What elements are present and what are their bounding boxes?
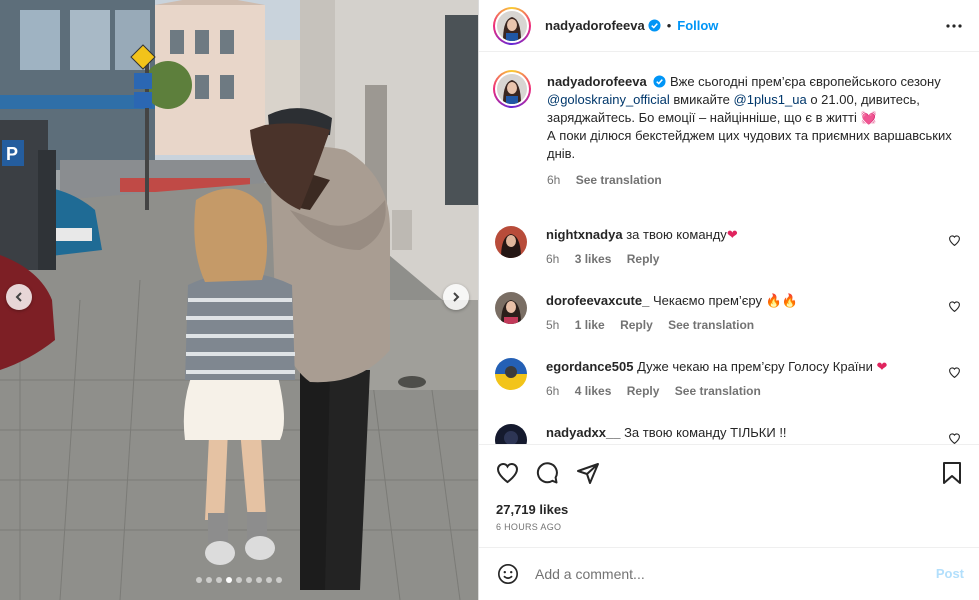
caption-time: 6h xyxy=(547,173,561,187)
comment-likes[interactable]: 3 likes xyxy=(575,252,612,266)
comment-time: 6h xyxy=(546,384,560,398)
comment-text: за твою команду xyxy=(626,227,727,242)
caption-see-translation[interactable]: See translation xyxy=(576,173,662,187)
comment-text: За твою команду ТІЛЬКИ !! xyxy=(624,425,787,440)
comment-like-heart-icon[interactable] xyxy=(948,300,961,313)
post-panel: nadyadorofeeva • Follow nadyadorofeeva В… xyxy=(478,0,979,600)
caption-username[interactable]: nadyadorofeeva xyxy=(547,74,647,89)
caption-mention-goloskrainy[interactable]: @goloskrainy_official xyxy=(547,92,670,107)
svg-text:P: P xyxy=(6,144,18,164)
comment-like-heart-icon[interactable] xyxy=(948,234,961,247)
comments-scroll-area[interactable]: nadyadorofeeva Вже сьогодні прем’єра євр… xyxy=(479,53,979,445)
street-scene-image: P xyxy=(0,0,478,600)
comment-emoji: ❤ xyxy=(876,359,888,374)
comment-item: nightxnadya за твою команду❤ 6h 3 likes … xyxy=(493,226,963,276)
comment-reply[interactable]: Reply xyxy=(620,318,653,332)
caption-mention-1plus1[interactable]: @1plus1_ua xyxy=(734,92,807,107)
comment-bubble-icon[interactable] xyxy=(535,461,559,485)
carousel-prev-button[interactable] xyxy=(6,284,32,310)
comment-reply[interactable]: Reply xyxy=(627,252,660,266)
comment-username[interactable]: nightxnadya xyxy=(546,227,623,242)
comment-likes[interactable]: 1 like xyxy=(575,318,605,332)
comment-item: egordance505 Дуже чекаю на прем’єру Голо… xyxy=(493,358,963,408)
carousel-dot xyxy=(206,577,212,583)
comment-like-heart-icon[interactable] xyxy=(948,432,961,445)
carousel-dot xyxy=(226,577,232,583)
post-timestamp: 6 HOURS AGO xyxy=(496,522,562,532)
comment-username[interactable]: dorofeevaxcute_ xyxy=(546,293,649,308)
likes-count[interactable]: 27,719 likes xyxy=(496,502,568,517)
more-options-icon[interactable] xyxy=(946,18,962,34)
post-header: nadyadorofeeva • Follow xyxy=(479,0,979,52)
chevron-right-icon xyxy=(453,292,460,302)
caption-part2: вмикайте xyxy=(673,92,730,107)
add-comment-bar: Post xyxy=(479,547,979,600)
comment-emoji: ❤ xyxy=(726,227,738,242)
comment-avatar[interactable] xyxy=(495,424,527,445)
save-bookmark-icon[interactable] xyxy=(941,461,963,485)
carousel-dot xyxy=(276,577,282,583)
comment-time: 5h xyxy=(546,318,560,332)
caption-heart-emoji: 💓 xyxy=(860,110,877,125)
carousel-dot xyxy=(236,577,242,583)
verified-badge-icon xyxy=(653,75,666,88)
like-heart-icon[interactable] xyxy=(495,461,520,485)
comment-see-translation[interactable]: See translation xyxy=(675,384,761,398)
header-username[interactable]: nadyadorofeeva xyxy=(545,18,645,33)
comment-text: Чекаємо прем’єру xyxy=(652,293,763,308)
comment-see-translation[interactable]: See translation xyxy=(668,318,754,332)
caption-meta: 6h See translation xyxy=(547,171,957,189)
comment-username[interactable]: nadyadxx__ xyxy=(546,425,620,440)
comment-item: dorofeevaxcute_ Чекаємо прем’єру 🔥🔥 5h 1… xyxy=(493,292,963,342)
caption-avatar[interactable] xyxy=(493,70,531,108)
comment-username[interactable]: egordance505 xyxy=(546,359,633,374)
comment-input[interactable] xyxy=(535,562,905,586)
comment-text: Дуже чекаю на прем’єру Голосу Країни xyxy=(637,359,873,374)
post-comment-button[interactable]: Post xyxy=(936,566,964,581)
comment-likes[interactable]: 4 likes xyxy=(575,384,612,398)
verified-badge-icon xyxy=(648,19,661,32)
carousel-dot xyxy=(266,577,272,583)
share-paper-plane-icon[interactable] xyxy=(576,461,600,485)
follow-button[interactable]: Follow xyxy=(677,18,718,33)
header-avatar[interactable] xyxy=(493,6,531,45)
carousel-dot xyxy=(246,577,252,583)
post-photo[interactable]: P xyxy=(0,0,478,600)
carousel-dot xyxy=(216,577,222,583)
caption-part4: А поки ділюся бекстейджем цих чудових та… xyxy=(547,128,952,161)
comment-avatar[interactable] xyxy=(495,292,527,324)
carousel-dots xyxy=(0,577,478,583)
comment-like-heart-icon[interactable] xyxy=(948,366,961,379)
chevron-left-icon xyxy=(15,292,22,302)
comment-avatar[interactable] xyxy=(495,358,527,390)
carousel-dot xyxy=(256,577,262,583)
carousel-dot xyxy=(196,577,202,583)
comment-reply[interactable]: Reply xyxy=(627,384,660,398)
post-actions xyxy=(479,455,979,495)
comment-avatar[interactable] xyxy=(495,226,527,258)
emoji-smile-icon[interactable] xyxy=(497,563,519,585)
comment-emoji: 🔥🔥 xyxy=(765,293,799,308)
comment-time: 6h xyxy=(546,252,560,266)
avatar-image xyxy=(497,10,527,41)
caption-part1: Вже сьогодні прем’єра європейського сезо… xyxy=(669,74,941,89)
header-separator: • xyxy=(666,18,672,33)
carousel-next-button[interactable] xyxy=(443,284,469,310)
comment-item: nadyadxx__ За твою команду ТІЛЬКИ !! xyxy=(493,424,963,445)
caption-text: nadyadorofeeva Вже сьогодні прем’єра євр… xyxy=(547,73,957,189)
avatar-image xyxy=(497,74,527,104)
